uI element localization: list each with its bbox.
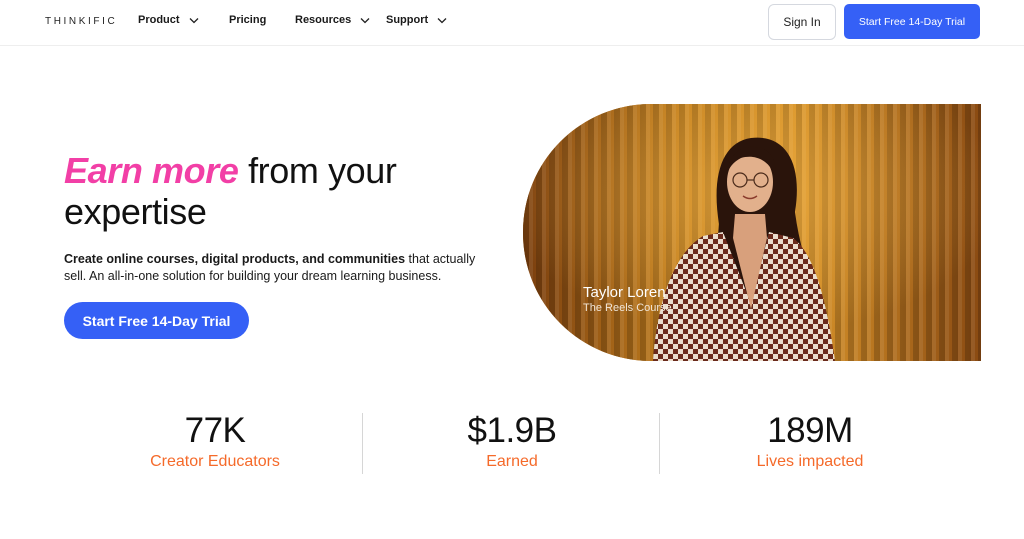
- hero-subtitle: Create online courses, digital products,…: [64, 251, 494, 285]
- stat-value: 189M: [767, 411, 853, 450]
- start-trial-button-header[interactable]: Start Free 14-Day Trial: [844, 4, 980, 39]
- hero-subtitle-bold: Create online courses, digital products,…: [64, 252, 406, 266]
- hero-title: Earn more from your expertise: [64, 150, 494, 232]
- chevron-down-icon: [437, 17, 447, 23]
- stat-creator-educators: 77K Creator Educators: [95, 410, 335, 471]
- nav-product-label: Product: [138, 14, 180, 26]
- stat-lives-impacted: 189M Lives impacted: [690, 410, 930, 471]
- stat-value: 77K: [184, 411, 246, 450]
- stat-earned: $1.9B Earned: [392, 410, 632, 471]
- sign-in-button[interactable]: Sign In: [768, 4, 836, 40]
- stat-divider: [659, 413, 660, 474]
- stat-label: Earned: [486, 453, 538, 470]
- hero-creator-photo: Taylor Loren The Reels Course: [523, 104, 981, 361]
- creator-course: The Reels Course: [583, 302, 672, 314]
- stat-label: Lives impacted: [756, 453, 864, 470]
- chevron-down-icon: [189, 17, 199, 23]
- nav-support-label: Support: [386, 14, 429, 26]
- nav-resources[interactable]: Resources: [295, 14, 370, 26]
- creator-photo-illustration: [523, 104, 981, 361]
- site-header: THINKIFIC Product Pricing Resources Supp…: [0, 0, 1024, 46]
- thinkific-logo[interactable]: THINKIFIC: [45, 16, 117, 27]
- hero-title-accent: Earn more: [64, 150, 239, 191]
- nav-product[interactable]: Product: [138, 14, 199, 26]
- creator-name: Taylor Loren: [583, 284, 666, 301]
- nav-pricing[interactable]: Pricing: [229, 14, 266, 26]
- nav-pricing-label: Pricing: [229, 14, 267, 26]
- start-trial-button-hero[interactable]: Start Free 14-Day Trial: [64, 302, 249, 339]
- stat-divider: [362, 413, 363, 474]
- chevron-down-icon: [360, 17, 370, 23]
- stat-label: Creator Educators: [150, 453, 280, 470]
- nav-support[interactable]: Support: [386, 14, 447, 26]
- nav-resources-label: Resources: [295, 14, 352, 26]
- stat-value: $1.9B: [467, 411, 557, 450]
